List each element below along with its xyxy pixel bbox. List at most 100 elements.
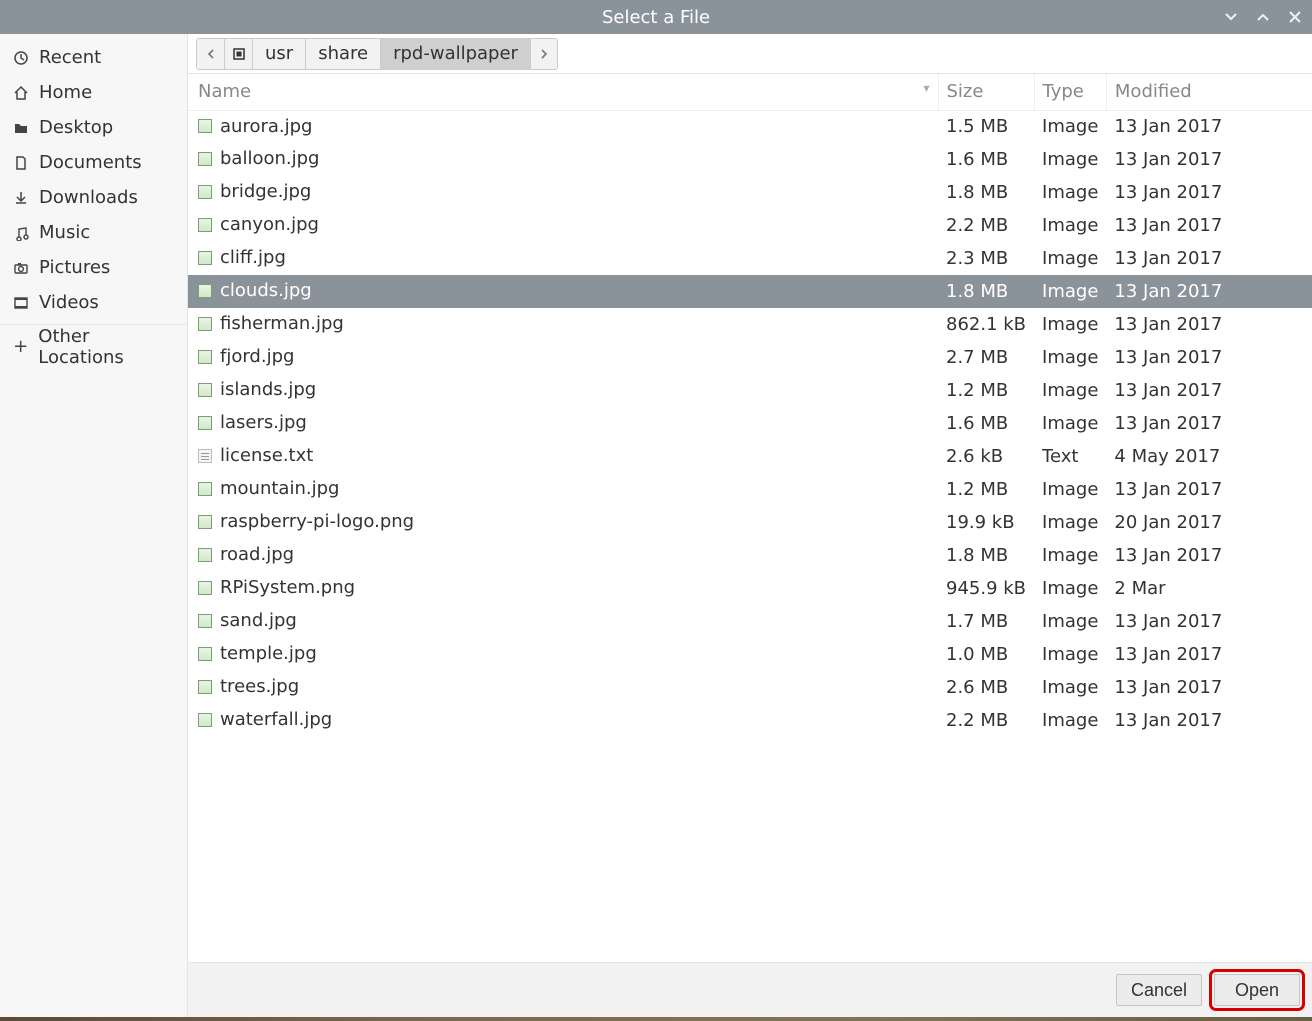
window-shade-up-icon[interactable] [1250, 4, 1276, 30]
file-modified: 13 Jan 2017 [1106, 704, 1312, 737]
column-header-name[interactable]: Name ▾ [188, 74, 938, 110]
image-file-icon [198, 416, 212, 430]
file-row[interactable]: canyon.jpg2.2 MBImage13 Jan 2017 [188, 209, 1312, 242]
file-row[interactable]: RPiSystem.png945.9 kBImage2 Mar [188, 572, 1312, 605]
window-title: Select a File [602, 7, 710, 28]
file-modified: 13 Jan 2017 [1106, 638, 1312, 671]
music-icon [12, 225, 30, 241]
file-modified: 13 Jan 2017 [1106, 407, 1312, 440]
file-list[interactable]: Name ▾ Size Type Modified aurora.jpg1.5 … [188, 74, 1312, 962]
nav-root-button[interactable] [224, 38, 252, 70]
sidebar-item-other-locations[interactable]: + Other Locations [0, 329, 187, 364]
file-type: Image [1034, 539, 1106, 572]
file-row[interactable]: aurora.jpg1.5 MBImage13 Jan 2017 [188, 110, 1312, 143]
file-name: clouds.jpg [220, 280, 312, 301]
breadcrumb-segment[interactable]: share [305, 38, 380, 70]
file-row[interactable]: bridge.jpg1.8 MBImage13 Jan 2017 [188, 176, 1312, 209]
download-icon [12, 190, 30, 206]
image-file-icon [198, 482, 212, 496]
file-row[interactable]: trees.jpg2.6 MBImage13 Jan 2017 [188, 671, 1312, 704]
file-modified: 13 Jan 2017 [1106, 671, 1312, 704]
file-size: 2.6 kB [938, 440, 1034, 473]
sidebar-item-videos[interactable]: Videos [0, 285, 187, 320]
column-header-size[interactable]: Size [938, 74, 1034, 110]
column-header-modified[interactable]: Modified [1106, 74, 1312, 110]
plus-icon: + [12, 336, 29, 357]
file-type: Image [1034, 341, 1106, 374]
breadcrumb-segment[interactable]: rpd-wallpaper [380, 38, 530, 70]
sidebar-item-desktop[interactable]: Desktop [0, 110, 187, 145]
cancel-button[interactable]: Cancel [1116, 974, 1202, 1006]
file-row[interactable]: road.jpg1.8 MBImage13 Jan 2017 [188, 539, 1312, 572]
file-type: Image [1034, 110, 1106, 143]
file-name: waterfall.jpg [220, 709, 332, 730]
file-type: Image [1034, 308, 1106, 341]
video-icon [12, 295, 30, 311]
sidebar-item-documents[interactable]: Documents [0, 145, 187, 180]
file-size: 2.3 MB [938, 242, 1034, 275]
file-row[interactable]: islands.jpg1.2 MBImage13 Jan 2017 [188, 374, 1312, 407]
file-row[interactable]: mountain.jpg1.2 MBImage13 Jan 2017 [188, 473, 1312, 506]
column-header-type[interactable]: Type [1034, 74, 1106, 110]
sort-indicator-icon: ▾ [923, 81, 929, 95]
file-row[interactable]: license.txt2.6 kBText4 May 2017 [188, 440, 1312, 473]
file-name: trees.jpg [220, 676, 299, 697]
file-row[interactable]: fisherman.jpg862.1 kBImage13 Jan 2017 [188, 308, 1312, 341]
file-row[interactable]: waterfall.jpg2.2 MBImage13 Jan 2017 [188, 704, 1312, 737]
nav-back-button[interactable] [196, 38, 224, 70]
file-name: bridge.jpg [220, 181, 311, 202]
file-size: 862.1 kB [938, 308, 1034, 341]
folder-icon [12, 120, 30, 136]
file-row[interactable]: balloon.jpg1.6 MBImage13 Jan 2017 [188, 143, 1312, 176]
image-file-icon [198, 251, 212, 265]
file-name: RPiSystem.png [220, 577, 355, 598]
titlebar: Select a File [0, 0, 1312, 34]
sidebar-item-label: Documents [39, 152, 142, 173]
window-close-icon[interactable] [1282, 4, 1308, 30]
window-shade-down-icon[interactable] [1218, 4, 1244, 30]
image-file-icon [198, 152, 212, 166]
sidebar-item-music[interactable]: Music [0, 215, 187, 250]
sidebar-item-label: Videos [39, 292, 99, 313]
file-size: 1.6 MB [938, 143, 1034, 176]
file-size: 1.5 MB [938, 110, 1034, 143]
sidebar-item-label: Music [39, 222, 90, 243]
open-button[interactable]: Open [1214, 974, 1300, 1006]
image-file-icon [198, 119, 212, 133]
sidebar-item-recent[interactable]: Recent [0, 40, 187, 75]
file-modified: 13 Jan 2017 [1106, 176, 1312, 209]
image-file-icon [198, 218, 212, 232]
file-type: Image [1034, 572, 1106, 605]
file-modified: 13 Jan 2017 [1106, 539, 1312, 572]
file-modified: 13 Jan 2017 [1106, 473, 1312, 506]
file-size: 2.2 MB [938, 704, 1034, 737]
breadcrumb-bar: usrsharerpd-wallpaper [188, 34, 1312, 74]
file-row[interactable]: lasers.jpg1.6 MBImage13 Jan 2017 [188, 407, 1312, 440]
file-size: 1.7 MB [938, 605, 1034, 638]
nav-forward-button[interactable] [530, 38, 558, 70]
file-row[interactable]: raspberry-pi-logo.png19.9 kBImage20 Jan … [188, 506, 1312, 539]
image-file-icon [198, 284, 212, 298]
breadcrumb-segment[interactable]: usr [252, 38, 305, 70]
file-size: 1.2 MB [938, 473, 1034, 506]
file-row[interactable]: temple.jpg1.0 MBImage13 Jan 2017 [188, 638, 1312, 671]
sidebar-item-label: Desktop [39, 117, 113, 138]
file-size: 1.6 MB [938, 407, 1034, 440]
text-file-icon [198, 449, 212, 463]
file-modified: 13 Jan 2017 [1106, 374, 1312, 407]
file-row[interactable]: sand.jpg1.7 MBImage13 Jan 2017 [188, 605, 1312, 638]
file-row[interactable]: fjord.jpg2.7 MBImage13 Jan 2017 [188, 341, 1312, 374]
file-type: Image [1034, 275, 1106, 308]
file-row[interactable]: clouds.jpg1.8 MBImage13 Jan 2017 [188, 275, 1312, 308]
file-modified: 4 May 2017 [1106, 440, 1312, 473]
file-modified: 13 Jan 2017 [1106, 209, 1312, 242]
sidebar-item-home[interactable]: Home [0, 75, 187, 110]
image-file-icon [198, 185, 212, 199]
image-file-icon [198, 317, 212, 331]
file-row[interactable]: cliff.jpg2.3 MBImage13 Jan 2017 [188, 242, 1312, 275]
image-file-icon [198, 680, 212, 694]
sidebar-item-pictures[interactable]: Pictures [0, 250, 187, 285]
sidebar-item-downloads[interactable]: Downloads [0, 180, 187, 215]
file-modified: 13 Jan 2017 [1106, 308, 1312, 341]
file-modified: 13 Jan 2017 [1106, 605, 1312, 638]
